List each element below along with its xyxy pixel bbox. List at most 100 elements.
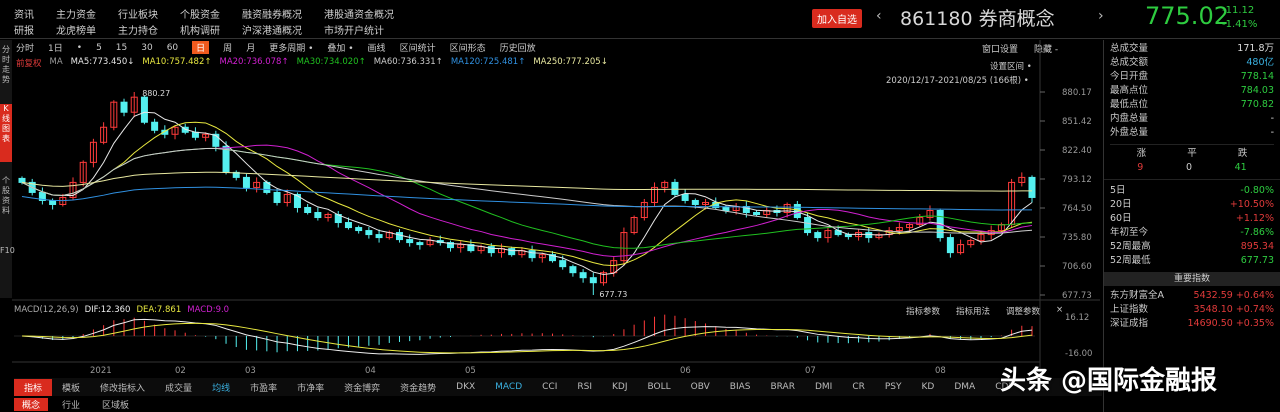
indicator-tab[interactable]: 资金博弈 xyxy=(334,381,390,394)
indicator-tab[interactable]: CCI xyxy=(532,382,567,392)
candle-body xyxy=(844,234,852,238)
candle-body xyxy=(314,212,322,219)
breadth: 涨 平 跌 9 0 41 xyxy=(1110,144,1274,175)
stat-label: 52周最高 xyxy=(1110,241,1151,252)
sector-tab[interactable]: 区域板 xyxy=(94,398,137,411)
indicator-tab[interactable]: 市净率 xyxy=(287,381,334,394)
up-count: 9 xyxy=(1137,162,1144,173)
x-tick-label: 08 xyxy=(935,366,946,376)
candle-body xyxy=(344,222,352,229)
candle-body xyxy=(416,242,424,246)
indicator-tab[interactable]: DKX xyxy=(446,382,485,392)
indicator-tab[interactable]: BOLL xyxy=(637,382,680,392)
candle-body xyxy=(569,266,577,274)
close-icon[interactable]: × xyxy=(1056,305,1063,317)
candle-body xyxy=(406,239,414,244)
indicator-tab[interactable]: 均线 xyxy=(202,381,240,394)
indicator-params-button[interactable]: 指标参数 xyxy=(906,305,940,317)
ma60-line xyxy=(21,147,1033,234)
watermark: 头条 @国际金融报 xyxy=(1000,366,1218,396)
candle-body xyxy=(722,206,730,211)
up-label: 涨 xyxy=(1136,148,1147,159)
info-panel: 总成交量 171.8万 总成交额 480亿 今日开盘 778.14 最高点位 784.03 最低… xyxy=(1103,40,1280,412)
candle-body xyxy=(804,217,812,234)
sector-tab[interactable]: 行业 xyxy=(54,398,88,411)
indicator-tab[interactable]: DMI xyxy=(805,382,842,392)
macd-value: MACD:9.0 xyxy=(187,305,230,315)
stat-value: +1.12% xyxy=(1235,213,1274,224)
candle-body xyxy=(753,212,761,216)
dif-line xyxy=(21,318,1033,355)
sector-tab[interactable]: 概念 xyxy=(14,398,49,411)
candle-body xyxy=(671,181,679,195)
kline-chart[interactable]: 880.17 851.42 822.40 793.12 764.50 735.80 706.… xyxy=(0,0,1100,378)
price-change-pct: -1.41% xyxy=(1222,19,1258,30)
candle-body xyxy=(120,101,128,113)
indicator-tab[interactable]: BRAR xyxy=(760,382,804,392)
indicator-tab[interactable]: CR xyxy=(842,382,875,392)
stat-row: 深证成指 14690.50 +0.35% xyxy=(1104,317,1280,331)
candle-body xyxy=(865,232,873,239)
indicator-tab[interactable]: KD xyxy=(912,382,945,392)
stat-value: +10.50% xyxy=(1229,199,1274,210)
candle-body xyxy=(508,248,516,256)
stat-label: 内盘总量 xyxy=(1110,113,1149,124)
indicator-tab[interactable]: 市盈率 xyxy=(240,381,287,394)
indicator-tab[interactable]: OBV xyxy=(681,382,720,392)
indicator-tab[interactable]: RSI xyxy=(567,382,602,392)
indicator-tab[interactable]: 修改指标入 xyxy=(90,381,155,394)
high-marker: 880.27 xyxy=(142,89,170,98)
indicator-tab[interactable]: 成交量 xyxy=(155,381,202,394)
candle-body xyxy=(304,206,312,214)
indicator-tab[interactable]: MACD xyxy=(485,382,532,392)
stat-label: 今日开盘 xyxy=(1110,71,1149,82)
candle-body xyxy=(691,199,699,205)
x-tick-label: 2021 xyxy=(90,366,112,376)
flat-count: 0 xyxy=(1185,162,1192,173)
indicator-tab[interactable]: PSY xyxy=(875,382,912,392)
stat-row: 内盘总量 - xyxy=(1104,112,1280,126)
y-tick-label: 764.50 xyxy=(1062,204,1092,214)
stat-value: 3548.10 +0.74% xyxy=(1193,304,1274,315)
stat-value: 895.34 xyxy=(1240,241,1274,252)
flat-label: 平 xyxy=(1187,148,1197,159)
y-tick-label: 822.40 xyxy=(1062,146,1092,156)
stat-value: 770.82 xyxy=(1240,99,1274,110)
candle-body xyxy=(242,176,250,188)
stat-row: 52周最高 895.34 xyxy=(1104,240,1280,254)
stat-label: 外盘总量 xyxy=(1110,127,1149,138)
macd-tick: 16.12 xyxy=(1065,313,1089,323)
candle-body xyxy=(18,177,26,183)
candle-body xyxy=(579,272,587,279)
stat-row: 外盘总量 - xyxy=(1104,126,1280,140)
indicator-tab[interactable]: 指标 xyxy=(14,378,53,396)
macd-dif: DIF:12.360 xyxy=(84,305,131,315)
stat-value: 14690.50 +0.35% xyxy=(1187,318,1275,329)
indicator-tab[interactable]: 资金趋势 xyxy=(390,381,446,394)
stat-label: 20日 xyxy=(1110,199,1132,210)
dea-line xyxy=(21,322,1033,354)
candle-body xyxy=(273,191,281,203)
stat-row: 20日 +10.50% xyxy=(1104,198,1280,212)
y-tick-label: 793.12 xyxy=(1062,175,1092,185)
indicator-usage-button[interactable]: 指标用法 xyxy=(956,305,990,317)
candle-body xyxy=(559,260,567,268)
sector-tabs: 概念 行业 区域板 xyxy=(14,398,137,411)
candle-body xyxy=(681,193,689,201)
macd-dea: DEA:7.861 xyxy=(136,305,182,315)
down-count: 41 xyxy=(1234,162,1247,173)
indicator-tab[interactable]: 模板 xyxy=(52,381,90,394)
candle-body xyxy=(140,96,148,123)
indicator-tab[interactable]: KDJ xyxy=(602,382,638,392)
candle-body xyxy=(814,232,822,239)
y-tick-label: 706.60 xyxy=(1062,262,1092,272)
indicator-tab[interactable]: DMA xyxy=(944,382,985,392)
y-tick-label: 851.42 xyxy=(1062,117,1092,127)
stat-value: -0.80% xyxy=(1240,185,1274,196)
ma10-line xyxy=(21,121,1033,267)
adjust-params-button[interactable]: 调整参数 xyxy=(1006,305,1040,317)
stat-label: 最高点位 xyxy=(1110,85,1149,96)
price-change: -11.12 xyxy=(1222,5,1255,16)
candle-body xyxy=(395,232,403,241)
indicator-tab[interactable]: BIAS xyxy=(720,382,761,392)
